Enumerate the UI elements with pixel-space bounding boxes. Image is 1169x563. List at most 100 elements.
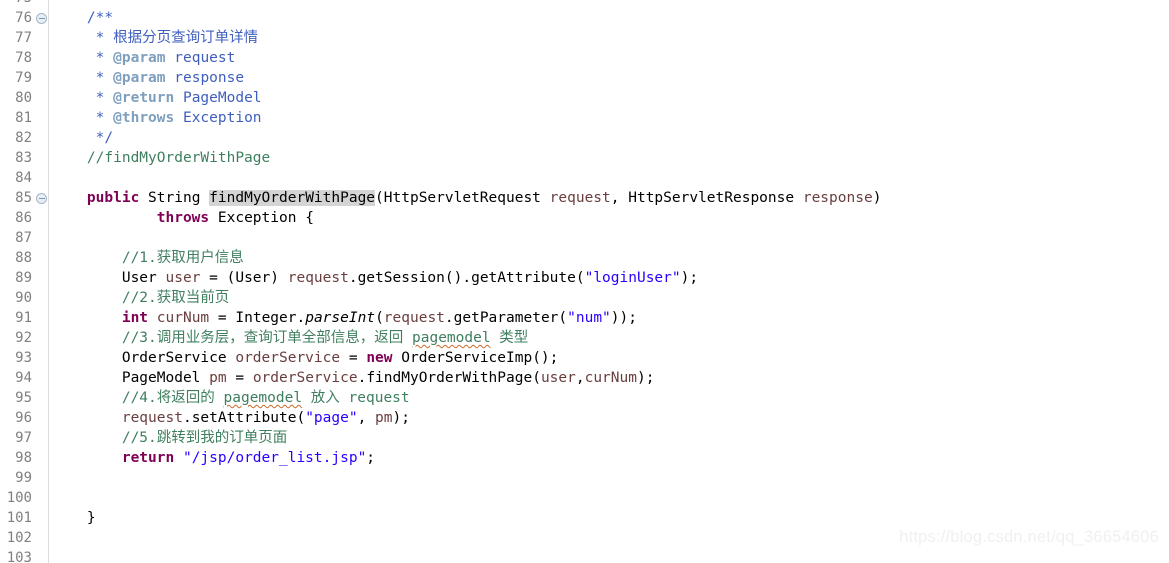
gutter-row: 93 bbox=[0, 348, 48, 368]
comment-step-3-suffix: 类型 bbox=[490, 330, 529, 346]
call-getsession: getSession bbox=[357, 270, 445, 286]
comment-step-3-prefix: //3.调用业务层，查询订单全部信息，返回 bbox=[121, 330, 412, 346]
code-line-103[interactable] bbox=[50, 548, 1169, 563]
gutter-row: 92 bbox=[0, 328, 48, 348]
line-number: 94 bbox=[15, 370, 32, 386]
keyword-public: public bbox=[86, 190, 140, 206]
gutter-row: 78 bbox=[0, 48, 48, 68]
type-user-cast: User bbox=[235, 270, 271, 286]
javadoc-param-response: response bbox=[174, 70, 245, 86]
code-line-101[interactable]: } bbox=[50, 508, 1169, 528]
var-curnum: curNum bbox=[156, 310, 210, 326]
keyword-return: return bbox=[121, 450, 175, 466]
code-line-80[interactable]: * @return PageModel bbox=[50, 88, 1169, 108]
gutter-row: 89 bbox=[0, 268, 48, 288]
line-number: 93 bbox=[15, 350, 32, 366]
fold-collapse-icon[interactable] bbox=[36, 13, 47, 24]
code-content[interactable]: /** * 根据分页查询订单详情 * @param request * @par… bbox=[50, 0, 1169, 563]
javadoc-tag-return: @return bbox=[113, 90, 175, 106]
code-line-97[interactable]: //5.跳转到我的订单页面 bbox=[50, 428, 1169, 448]
comment-step-2: //2.获取当前页 bbox=[121, 290, 230, 306]
gutter-row: 100 bbox=[0, 488, 48, 508]
call-setattribute: setAttribute bbox=[191, 410, 297, 426]
javadoc-open: /** bbox=[86, 10, 114, 26]
keyword-int: int bbox=[121, 310, 149, 326]
code-line-77[interactable]: * 根据分页查询订单详情 bbox=[50, 28, 1169, 48]
arg-pm: pm bbox=[375, 410, 393, 426]
param-response: response bbox=[802, 190, 873, 206]
line-number: 87 bbox=[15, 230, 32, 246]
gutter-row: 96 bbox=[0, 408, 48, 428]
code-line-91[interactable]: int curNum = Integer.parseInt(request.ge… bbox=[50, 308, 1169, 328]
type-string: String bbox=[148, 190, 201, 206]
comment-step-3-misspelled-word: pagemodel bbox=[412, 330, 491, 346]
gutter-row: 103 bbox=[0, 548, 48, 563]
line-number: 79 bbox=[15, 70, 32, 86]
gutter-row: 85 bbox=[0, 188, 48, 208]
code-line-84[interactable] bbox=[50, 168, 1169, 188]
code-line-79[interactable]: * @param response bbox=[50, 68, 1169, 88]
type-orderserviceimp: OrderServiceImp bbox=[401, 350, 533, 366]
javadoc-tag-param: @param bbox=[113, 70, 166, 86]
code-line-89[interactable]: User user = (User) request.getSession().… bbox=[50, 268, 1169, 288]
code-line-75[interactable] bbox=[50, 0, 1169, 8]
gutter-row: 82 bbox=[0, 128, 48, 148]
javadoc-param-request: request bbox=[174, 50, 236, 66]
code-line-78[interactable]: * @param request bbox=[50, 48, 1169, 68]
type-httpservletrequest: HttpServletRequest bbox=[383, 190, 541, 206]
code-line-76[interactable]: /** bbox=[50, 8, 1169, 28]
line-number: 88 bbox=[15, 250, 32, 266]
gutter-row: 86 bbox=[0, 208, 48, 228]
code-line-96[interactable]: request.setAttribute("page", pm); bbox=[50, 408, 1169, 428]
arg-curnum: curNum bbox=[584, 370, 637, 386]
call-findmyorderwithpage: findMyOrderWithPage bbox=[366, 370, 533, 386]
code-line-81[interactable]: * @throws Exception bbox=[50, 108, 1169, 128]
code-line-100[interactable] bbox=[50, 488, 1169, 508]
code-line-93[interactable]: OrderService orderService = new OrderSer… bbox=[50, 348, 1169, 368]
line-number: 102 bbox=[6, 530, 32, 546]
comment-step-4-suffix: 放入 request bbox=[302, 390, 410, 406]
line-number: 82 bbox=[15, 130, 32, 146]
code-line-94[interactable]: PageModel pm = orderService.findMyOrderW… bbox=[50, 368, 1169, 388]
line-number: 96 bbox=[15, 410, 32, 426]
method-name-highlighted[interactable]: findMyOrderWithPage bbox=[209, 190, 376, 206]
code-line-95[interactable]: //4.将返回的 pagemodel 放入 request bbox=[50, 388, 1169, 408]
line-number: 77 bbox=[15, 30, 32, 46]
line-number: 81 bbox=[15, 110, 32, 126]
code-line-90[interactable]: //2.获取当前页 bbox=[50, 288, 1169, 308]
code-line-99[interactable] bbox=[50, 468, 1169, 488]
code-line-85[interactable]: public String findMyOrderWithPage(HttpSe… bbox=[50, 188, 1169, 208]
var-user: user bbox=[165, 270, 201, 286]
javadoc-return-type: PageModel bbox=[182, 90, 262, 106]
gutter-row: 76 bbox=[0, 8, 48, 28]
keyword-throws: throws bbox=[156, 210, 210, 226]
line-number: 99 bbox=[15, 470, 32, 486]
brace-open: { bbox=[305, 210, 314, 226]
comment-method-name: //findMyOrderWithPage bbox=[86, 150, 271, 166]
comment-step-4-misspelled-word: pagemodel bbox=[223, 390, 303, 406]
type-httpservletresponse: HttpServletResponse bbox=[628, 190, 795, 206]
code-line-83[interactable]: //findMyOrderWithPage bbox=[50, 148, 1169, 168]
line-number: 103 bbox=[6, 550, 32, 563]
javadoc-close: */ bbox=[95, 130, 114, 146]
comment-step-1: //1.获取用户信息 bbox=[121, 250, 244, 266]
code-line-98[interactable]: return "/jsp/order_list.jsp"; bbox=[50, 448, 1169, 468]
line-number: 100 bbox=[6, 490, 32, 506]
line-number: 75 bbox=[0, 0, 32, 8]
fold-collapse-icon[interactable] bbox=[36, 193, 47, 204]
javadoc-throws-type: Exception bbox=[182, 110, 262, 126]
line-number: 83 bbox=[15, 150, 32, 166]
string-page: "page" bbox=[305, 410, 358, 426]
code-line-87[interactable] bbox=[50, 228, 1169, 248]
gutter-row: 99 bbox=[0, 468, 48, 488]
code-line-88[interactable]: //1.获取用户信息 bbox=[50, 248, 1169, 268]
code-line-92[interactable]: //3.调用业务层，查询订单全部信息，返回 pagemodel 类型 bbox=[50, 328, 1169, 348]
watermark: https://blog.csdn.net/qq_36654606 bbox=[899, 528, 1159, 546]
comment-step-5: //5.跳转到我的订单页面 bbox=[121, 430, 288, 446]
type-orderservice: OrderService bbox=[121, 350, 227, 366]
code-line-82[interactable]: */ bbox=[50, 128, 1169, 148]
code-line-86[interactable]: throws Exception { bbox=[50, 208, 1169, 228]
gutter-row: 75 bbox=[0, 0, 48, 8]
call-getparameter: getParameter bbox=[453, 310, 559, 326]
string-loginuser: "loginUser" bbox=[584, 270, 681, 286]
